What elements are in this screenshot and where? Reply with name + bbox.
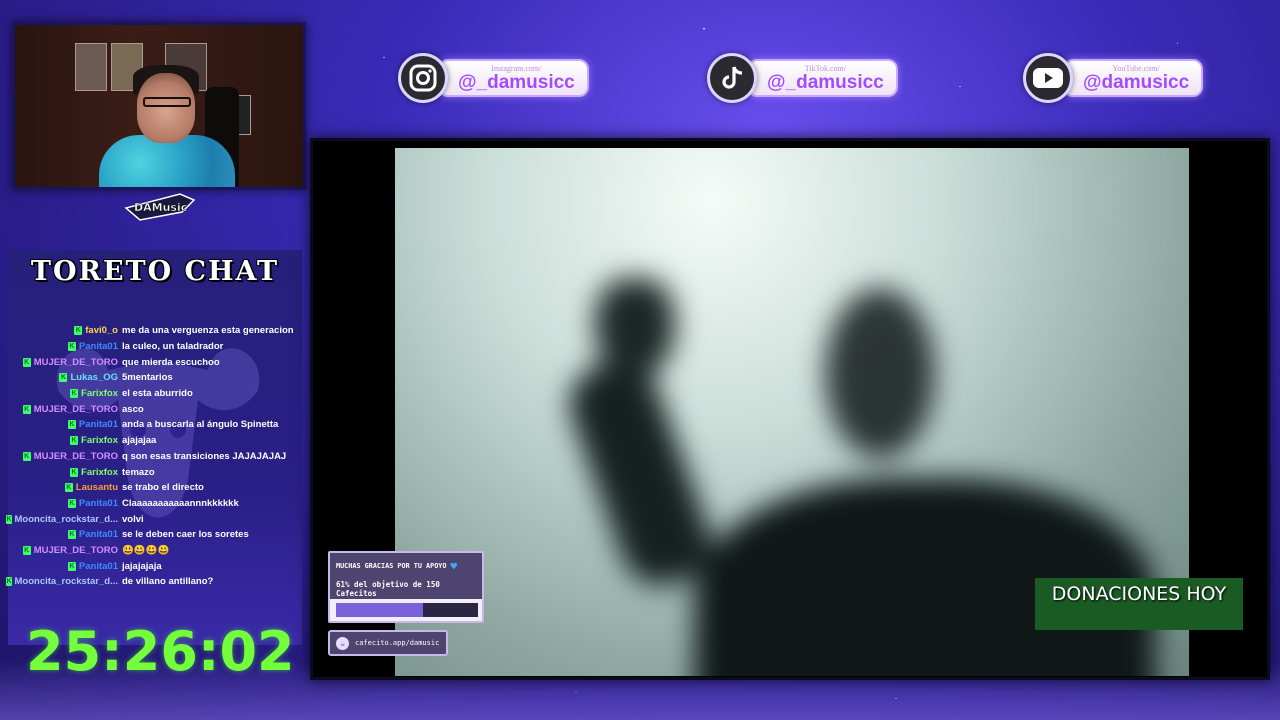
chat-username[interactable]: Lausantu [76, 482, 118, 493]
kick-badge-icon: K [22, 404, 31, 414]
kick-badge-icon: K [67, 530, 76, 540]
chat-username[interactable]: Panita01 [79, 561, 118, 572]
chat-text: se trabo el directo [122, 482, 204, 494]
chat-message: K Panita01 anda a buscarla al ángulo Spine… [8, 417, 302, 433]
social-handle: @damusicc [1083, 71, 1190, 93]
chat-text: se le deben caer los soretes [122, 529, 249, 541]
damusic-logo: DAMusic [124, 193, 196, 221]
kick-badge-icon: K [22, 451, 31, 461]
instagram-icon [398, 53, 448, 103]
chat-username[interactable]: Lukas_OG [70, 372, 118, 383]
chat-message: K Lukas_OG 5mentarios [8, 370, 302, 386]
kick-badge-icon: K [67, 342, 76, 352]
social-youtube[interactable]: YouTube.com/ @damusicc [1023, 52, 1204, 104]
chat-text: de villano antillano? [122, 576, 214, 588]
chat-text: temazo [122, 466, 155, 478]
chat-message: K MUJER_DE_TORO que mierda escuchoo [8, 354, 302, 370]
chat-username[interactable]: Farixfox [81, 435, 118, 446]
chat-username[interactable]: Panita01 [79, 419, 118, 430]
kick-badge-icon: K [22, 545, 31, 555]
chat-message: K Farixfox ajajajaa [8, 433, 302, 449]
chat-username[interactable]: Farixfox [81, 467, 118, 478]
chat-panel: TORETO CHAT Kfavi0_o me da una verguenza … [6, 250, 302, 645]
chat-message: Kfavi0_o me da una verguenza esta generac… [8, 323, 302, 339]
chat-text: me da una verguenza esta generacion [122, 325, 294, 337]
chat-username[interactable]: Panita01 [79, 498, 118, 509]
kick-badge-icon: K [70, 436, 79, 446]
chat-username[interactable]: Mooncita_rockstar_d... [15, 576, 118, 587]
chat-text: 😃😃😃😃 [122, 544, 170, 556]
chat-username[interactable]: Panita01 [79, 529, 118, 540]
chat-text: jajajajaja [122, 560, 162, 572]
kick-badge-icon: K [6, 514, 12, 524]
tiktok-icon [707, 53, 757, 103]
kick-badge-icon: K [64, 483, 73, 493]
kick-badge-icon: K [59, 373, 68, 383]
chat-message: K MUJER_DE_TORO asco [8, 401, 302, 417]
support-progress-bar [336, 603, 478, 617]
support-title: MUCHAS GRACIAS POR TU APOYO [336, 562, 447, 570]
chat-username[interactable]: MUJER_DE_TORO [34, 404, 118, 415]
stream-timer: 25:26:02 [26, 620, 295, 683]
chat-username[interactable]: Panita01 [79, 341, 118, 352]
chat-username[interactable]: MUJER_DE_TORO [34, 451, 118, 462]
chat-message-list: Kfavi0_o me da una verguenza esta generac… [6, 323, 302, 590]
kick-badge-icon: K [67, 561, 76, 571]
chat-text: ajajajaa [122, 435, 157, 447]
chat-text: volvi [122, 513, 144, 525]
chat-text: anda a buscarla al ángulo Spinetta [122, 419, 279, 431]
chat-message: K MUJER_DE_TORO 😃😃😃😃 [8, 543, 302, 559]
chat-message: K Panita01 jajajajaja [8, 558, 302, 574]
kick-badge-icon: K [67, 498, 76, 508]
cafecito-link[interactable]: ☕ cafecito.app/damusic [328, 630, 448, 656]
chat-message: K Panita01 la culeo, un taladrador [8, 339, 302, 355]
kick-badge-icon: K [22, 357, 31, 367]
svg-text:DAMusic: DAMusic [134, 201, 187, 214]
chat-username[interactable]: Farixfox [81, 388, 118, 399]
chat-text: la culeo, un taladrador [122, 341, 224, 353]
social-instagram[interactable]: Instagram.com/ @_damusicc [398, 52, 589, 104]
heart-icon: ♥ [450, 559, 458, 573]
coffee-cup-icon: ☕ [336, 636, 349, 650]
kick-badge-icon: K [70, 467, 79, 477]
support-progress-text: 61% del objetivo de 150 Cafecitos [330, 579, 482, 599]
donations-label: DONACIONES HOY [1035, 578, 1243, 630]
chat-text: que mierda escuchoo [122, 356, 220, 368]
kick-badge-icon: K [67, 420, 76, 430]
chat-message: K Farixfox el esta aburrido [8, 386, 302, 402]
chat-text: Claaaaaaaaaaannnkkkkkk [122, 497, 239, 509]
chat-title: TORETO CHAT [30, 256, 280, 287]
social-handle: @_damusicc [767, 71, 884, 93]
chat-text: el esta aburrido [122, 388, 193, 400]
kick-badge-icon: K [70, 389, 79, 399]
chat-text: asco [122, 403, 144, 415]
chat-message: K Panita01 Claaaaaaaaaaannnkkkkkk [8, 496, 302, 512]
chat-message: K Mooncita_rockstar_d... volvi [6, 511, 302, 527]
chat-message: K MUJER_DE_TORO q son esas transiciones JA… [8, 449, 302, 465]
chat-message: K Panita01 se le deben caer los soretes [8, 527, 302, 543]
webcam-feed [12, 22, 306, 190]
chat-message: K Farixfox temazo [8, 464, 302, 480]
support-goal-widget: MUCHAS GRACIAS POR TU APOYO ♥ 61% del ob… [328, 551, 484, 623]
cafecito-url: cafecito.app/damusic [355, 639, 440, 647]
chat-username[interactable]: Mooncita_rockstar_d... [15, 514, 118, 525]
kick-badge-icon: K [74, 326, 83, 336]
chat-text: q son esas transiciones JAJAJAJAJ [122, 450, 287, 462]
chat-username[interactable]: favi0_o [85, 325, 118, 336]
chat-username[interactable]: MUJER_DE_TORO [34, 357, 118, 368]
social-handle: @_damusicc [458, 71, 575, 93]
chat-text: 5mentarios [122, 372, 173, 384]
youtube-icon [1023, 53, 1073, 103]
chat-message: K Lausantu se trabo el directo [8, 480, 302, 496]
chat-message: K Mooncita_rockstar_d... de villano antill… [6, 574, 302, 590]
chat-username[interactable]: MUJER_DE_TORO [34, 545, 118, 556]
kick-badge-icon: K [6, 577, 12, 587]
social-tiktok[interactable]: TikTok.com/ @_damusicc [707, 52, 898, 104]
